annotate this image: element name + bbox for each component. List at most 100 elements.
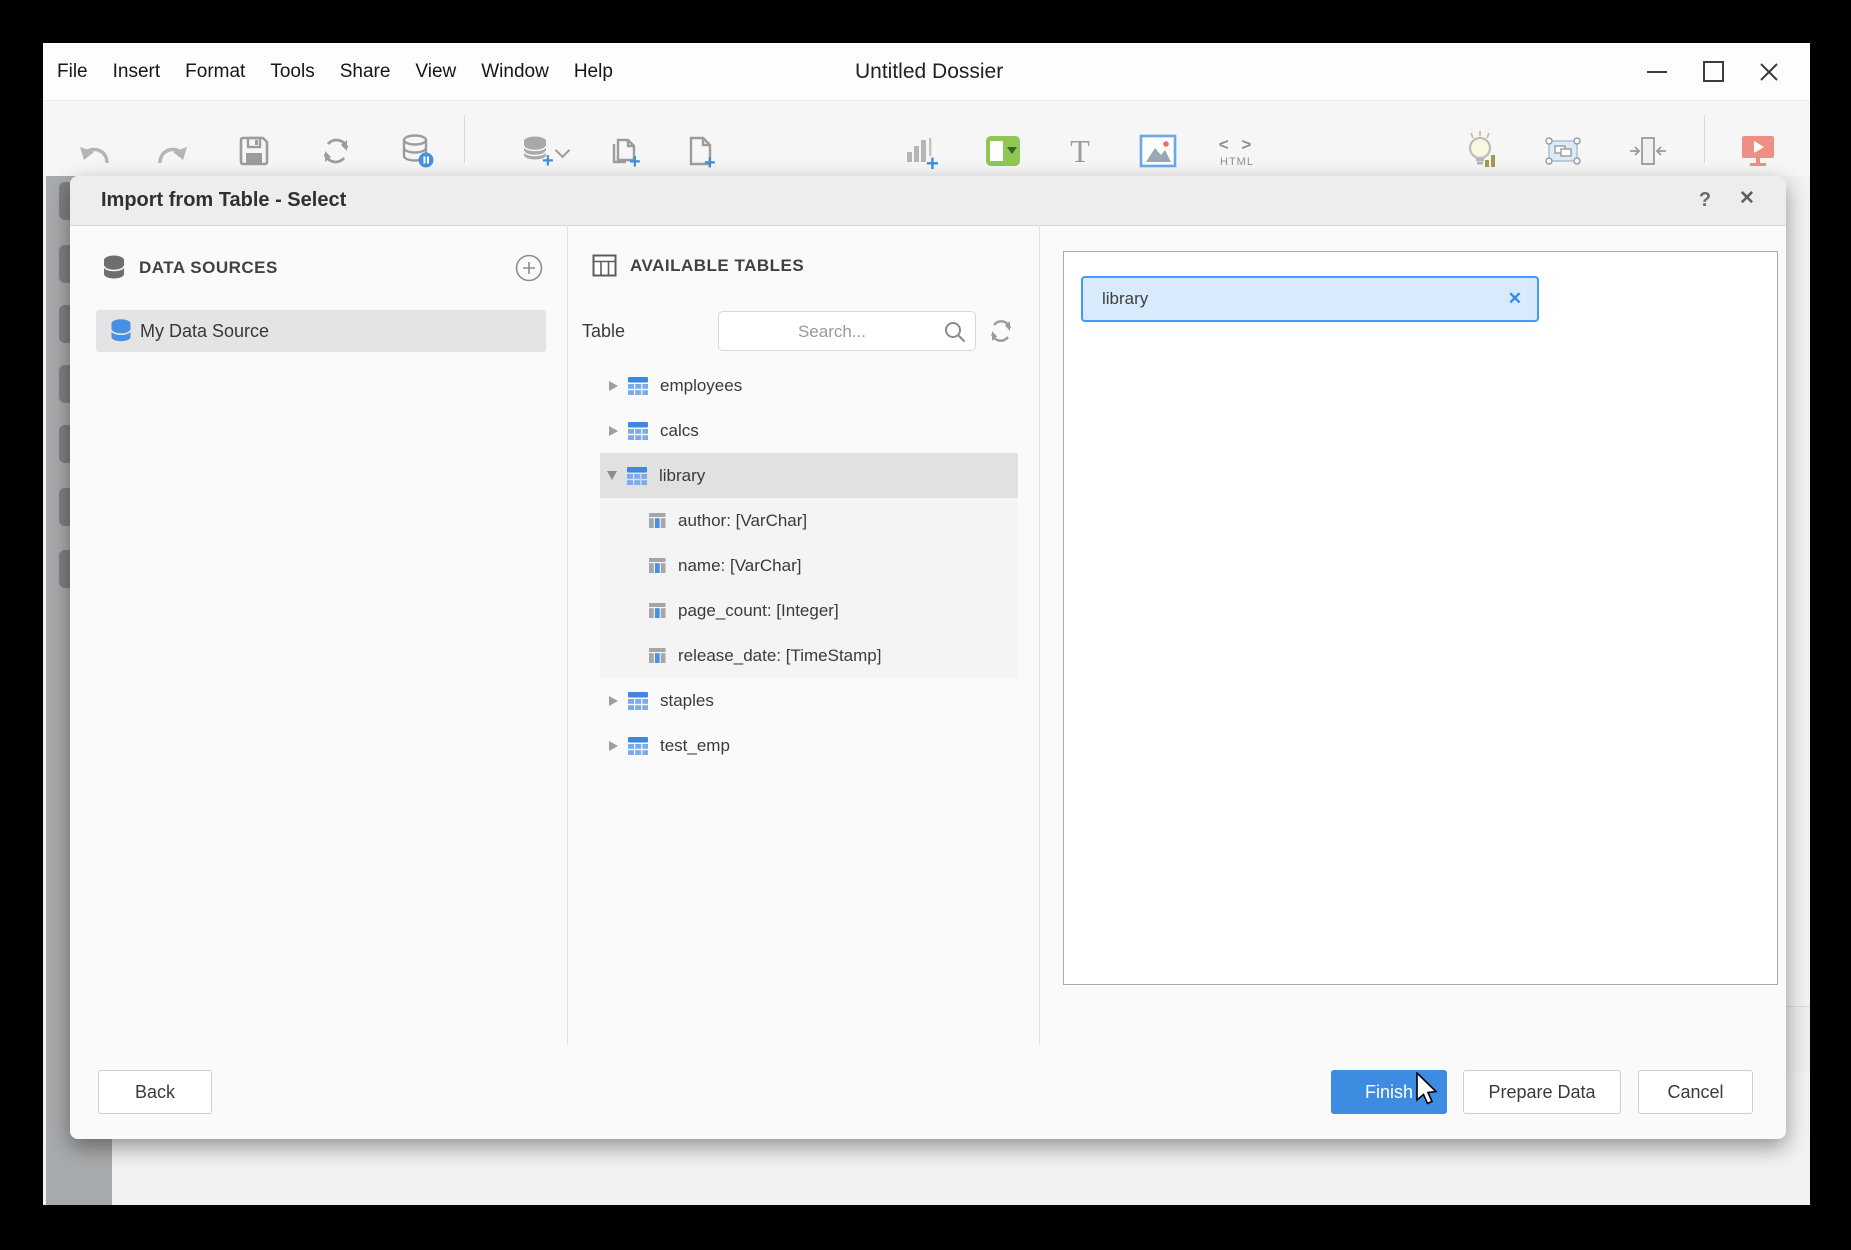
toolbar-separator: [464, 115, 465, 163]
add-text-button[interactable]: T: [1056, 127, 1104, 175]
minimize-button[interactable]: [1644, 59, 1670, 85]
plus-circle-icon: [515, 254, 543, 282]
image-icon: [1139, 134, 1177, 168]
svg-text:+: +: [926, 151, 939, 172]
menu-window[interactable]: Window: [481, 61, 549, 83]
table-filter-label: Table: [582, 311, 625, 351]
search-icon[interactable]: [943, 320, 967, 344]
table-icon: [627, 736, 649, 756]
column-row[interactable]: release_date: [TimeStamp]: [600, 633, 1018, 678]
menu-help[interactable]: Help: [574, 61, 613, 83]
undo-icon: [75, 131, 115, 171]
add-selector-button[interactable]: [979, 127, 1027, 175]
panel-divider: [567, 225, 568, 1045]
add-html-button[interactable]: < > HTML: [1213, 127, 1261, 175]
new-page-button[interactable]: +: [601, 127, 649, 175]
title-bar: File Insert Format Tools Share View Window Help…: [43, 43, 1810, 100]
database-status-icon: [397, 131, 437, 171]
refresh-icon: [985, 315, 1017, 347]
cancel-button[interactable]: Cancel: [1638, 1070, 1753, 1114]
save-icon: [236, 133, 272, 169]
back-button[interactable]: Back: [98, 1070, 212, 1114]
data-source-item[interactable]: My Data Source: [96, 310, 546, 352]
table-row-test_emp[interactable]: test_emp: [600, 723, 1018, 768]
redo-button[interactable]: [148, 127, 196, 175]
caret-right-icon[interactable]: [609, 741, 618, 751]
svg-text:+: +: [704, 152, 716, 171]
insights-lightbulb-icon: [1456, 129, 1500, 173]
menu-share[interactable]: Share: [340, 61, 391, 83]
column-icon: [648, 647, 667, 664]
window-title: Untitled Dossier: [855, 43, 1003, 100]
caret-down-icon[interactable]: [607, 471, 617, 480]
table-icon: [627, 691, 649, 711]
refresh-tables-button[interactable]: [985, 315, 1017, 352]
menu-format[interactable]: Format: [185, 61, 245, 83]
table-row-calcs[interactable]: calcs: [600, 408, 1018, 453]
text-icon: T: [1070, 135, 1090, 167]
new-document-icon: +: [680, 131, 720, 171]
panel-divider: [1039, 225, 1040, 1045]
refresh-icon: [317, 132, 355, 170]
help-button[interactable]: ?: [1690, 176, 1720, 225]
table-row-library[interactable]: library: [600, 453, 1018, 498]
minimize-icon: [1647, 71, 1667, 73]
add-data-button[interactable]: +: [506, 127, 570, 175]
add-image-button[interactable]: [1134, 127, 1182, 175]
caret-right-icon[interactable]: [609, 696, 618, 706]
close-icon: [1758, 61, 1780, 83]
menu-tools[interactable]: Tools: [270, 61, 314, 83]
table-search: [718, 311, 976, 351]
database-icon: [102, 254, 126, 282]
tables-tree: employees calcs libraryauthor: [VarChar] na…: [600, 363, 1018, 768]
column-row[interactable]: page_count: [Integer]: [600, 588, 1018, 633]
add-visualization-icon: +: [899, 130, 941, 172]
column-row[interactable]: name: [VarChar]: [600, 543, 1018, 588]
insights-button[interactable]: [1454, 127, 1502, 175]
selected-tables-panel: library✕: [1063, 251, 1778, 985]
new-document-button[interactable]: +: [676, 127, 724, 175]
menu-file[interactable]: File: [57, 61, 88, 83]
remove-chip-icon[interactable]: ✕: [1508, 289, 1522, 309]
save-button[interactable]: [230, 127, 278, 175]
database-icon: [110, 318, 132, 344]
column-icon: [648, 602, 667, 619]
close-dialog-button[interactable]: ✕: [1732, 176, 1762, 222]
table-grid-icon: [592, 254, 617, 277]
toolbar-separator: [1704, 115, 1705, 163]
close-window-button[interactable]: [1756, 59, 1782, 85]
table-columns-group: author: [VarChar] name: [VarChar] page_cou…: [600, 498, 1018, 678]
free-form-layout-button[interactable]: [1539, 127, 1587, 175]
add-data-source-button[interactable]: [515, 254, 543, 287]
data-source-label: My Data Source: [140, 321, 269, 342]
column-row[interactable]: author: [VarChar]: [600, 498, 1018, 543]
svg-text:+: +: [542, 150, 554, 171]
menu-view[interactable]: View: [415, 61, 456, 83]
column-name: page_count: [Integer]: [678, 601, 839, 621]
chip-label: library: [1102, 289, 1508, 309]
search-input[interactable]: [725, 312, 939, 352]
table-row-staples[interactable]: staples: [600, 678, 1018, 723]
prepare-data-button[interactable]: Prepare Data: [1463, 1070, 1621, 1114]
table-name: employees: [660, 376, 742, 396]
add-visualization-button[interactable]: +: [896, 127, 944, 175]
present-icon: [1739, 132, 1777, 170]
table-name: calcs: [660, 421, 699, 441]
menu-insert[interactable]: Insert: [113, 61, 161, 83]
table-name: staples: [660, 691, 714, 711]
column-name: name: [VarChar]: [678, 556, 801, 576]
refresh-button[interactable]: [312, 127, 360, 175]
maximize-button[interactable]: [1700, 59, 1726, 85]
selected-table-chip[interactable]: library✕: [1081, 276, 1539, 322]
redo-icon: [152, 131, 192, 171]
table-name: test_emp: [660, 736, 730, 756]
caret-right-icon[interactable]: [609, 426, 618, 436]
undo-button[interactable]: [71, 127, 119, 175]
window-controls: [1644, 43, 1782, 100]
database-status-button[interactable]: [393, 127, 441, 175]
fit-contents-button[interactable]: [1624, 127, 1672, 175]
maximize-icon: [1703, 61, 1724, 82]
present-button[interactable]: [1734, 127, 1782, 175]
table-row-employees[interactable]: employees: [600, 363, 1018, 408]
caret-right-icon[interactable]: [609, 381, 618, 391]
